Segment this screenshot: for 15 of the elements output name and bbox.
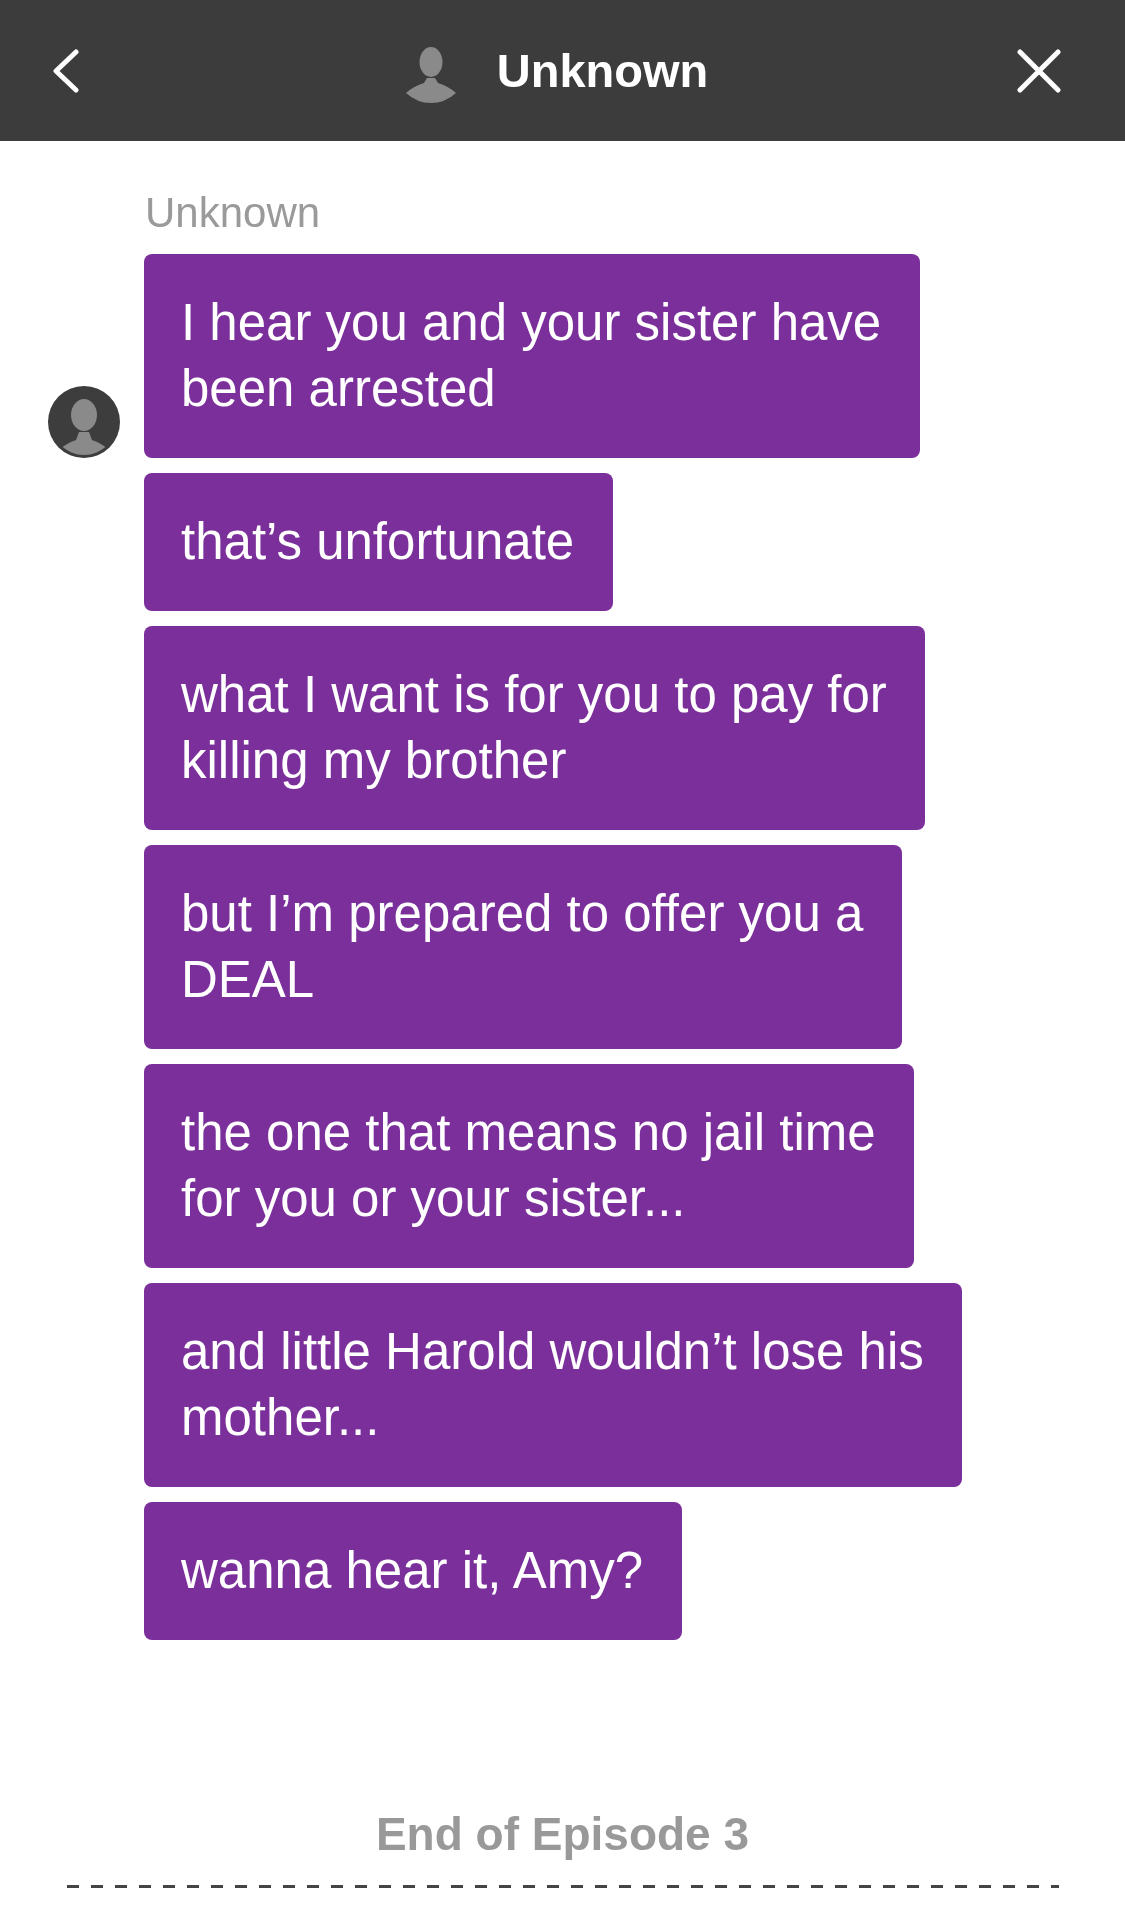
- message-bubble: that’s unfortunate: [144, 473, 613, 611]
- close-icon: [1017, 48, 1061, 93]
- message-bubble: I hear you and your sister have been arrested: [144, 254, 920, 458]
- back-button[interactable]: [50, 46, 82, 95]
- message-bubble: the one that means no jail time for you or your sister...: [144, 1064, 914, 1268]
- chat-title: Unknown: [496, 42, 709, 99]
- person-silhouette-icon: [404, 44, 457, 103]
- message-bubble: but I’m prepared to offer you a DEAL: [144, 845, 902, 1049]
- sender-name: Unknown: [145, 189, 321, 237]
- chevron-left-icon: [52, 48, 80, 93]
- message-bubble: what I want is for you to pay for killing my brother: [144, 626, 925, 830]
- message-bubble: wanna hear it, Amy?: [144, 1502, 682, 1640]
- episode-end-label: End of Episode 3: [375, 1807, 750, 1861]
- close-button[interactable]: [1015, 46, 1063, 95]
- message-bubble: and little Harold wouldn’t lose his mother...: [144, 1283, 962, 1487]
